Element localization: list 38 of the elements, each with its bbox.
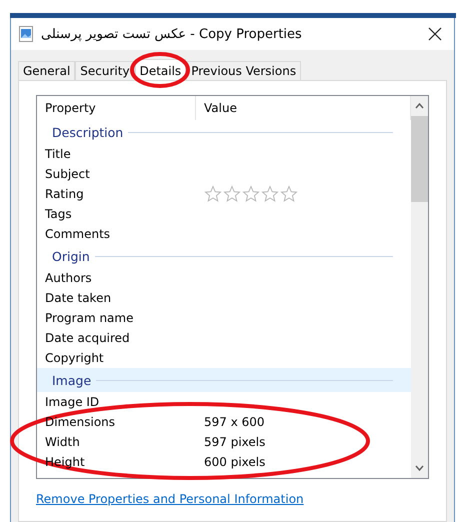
property-name: Dimensions bbox=[44, 415, 116, 429]
tab[interactable]: Previous Versions bbox=[186, 61, 302, 80]
property-value: 597 pixels bbox=[203, 435, 266, 449]
rating-star-icon[interactable] bbox=[242, 185, 260, 203]
image-file-icon bbox=[19, 26, 33, 42]
property-name: Height bbox=[44, 455, 86, 469]
property-name: Comments bbox=[44, 227, 112, 241]
rating-star-icon[interactable] bbox=[204, 185, 222, 203]
property-name: Date taken bbox=[44, 291, 112, 305]
property-name: Authors bbox=[44, 271, 93, 285]
property-value: 597 x 600 bbox=[203, 415, 266, 429]
property-name: Tags bbox=[44, 207, 73, 221]
group-header[interactable]: Image bbox=[37, 368, 411, 392]
scrollbar[interactable] bbox=[411, 96, 428, 478]
group-header[interactable]: Description bbox=[37, 120, 411, 144]
rating-star-icon[interactable] bbox=[280, 185, 298, 203]
rating-star-icon[interactable] bbox=[223, 185, 241, 203]
property-name: Copyright bbox=[44, 351, 105, 365]
property-name: Subject bbox=[44, 167, 91, 181]
rating-star-icon[interactable] bbox=[261, 185, 279, 203]
remove-properties-link[interactable]: Remove Properties and Personal Information bbox=[36, 492, 429, 506]
column-header[interactable]: Property bbox=[37, 96, 196, 120]
property-name: Program name bbox=[44, 311, 134, 325]
tab[interactable]: General bbox=[18, 61, 76, 80]
annotation-ellipse bbox=[130, 52, 190, 88]
tab[interactable]: Security bbox=[75, 61, 135, 80]
group-label: Image bbox=[52, 372, 92, 388]
property-name: Image ID bbox=[44, 395, 100, 409]
window-title: عکس تست تصویر پرسنلی - Copy Properties bbox=[41, 26, 303, 42]
group-header[interactable]: Origin bbox=[37, 244, 411, 268]
property-name: Rating bbox=[44, 187, 85, 201]
group-label: Description bbox=[52, 124, 124, 140]
scroll-thumb[interactable] bbox=[411, 116, 428, 202]
group-label: Origin bbox=[52, 248, 90, 264]
property-name: Date acquired bbox=[44, 331, 131, 345]
property-name: Title bbox=[44, 147, 72, 161]
property-name: Width bbox=[44, 435, 81, 449]
property-value: 600 pixels bbox=[203, 455, 266, 469]
